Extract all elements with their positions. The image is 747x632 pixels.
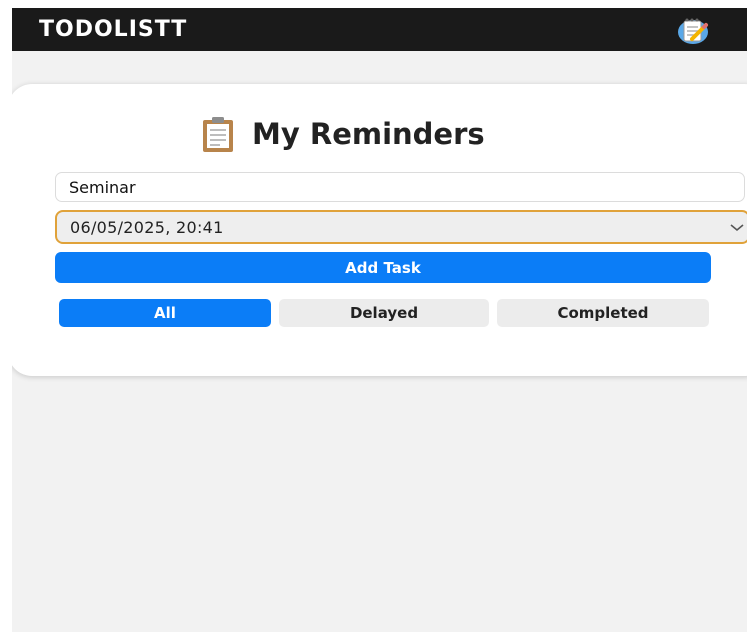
filter-all-button[interactable]: All <box>59 299 271 327</box>
filter-delayed-button[interactable]: Delayed <box>279 299 489 327</box>
notepad-pencil-icon[interactable] <box>677 13 709 45</box>
chevron-down-icon[interactable] <box>729 220 745 234</box>
filter-tabs: All Delayed Completed <box>59 299 709 327</box>
app-bar: TODOLISTT <box>12 8 747 51</box>
clipboard-icon <box>203 117 233 152</box>
app-title: TODOLISTT <box>39 17 188 42</box>
task-input[interactable] <box>55 172 745 202</box>
page-heading: My Reminders <box>198 114 485 154</box>
datetime-value: 06/05/2025, 20:41 <box>70 218 224 237</box>
filter-completed-button[interactable]: Completed <box>497 299 709 327</box>
add-task-button[interactable]: Add Task <box>55 252 711 283</box>
datetime-picker[interactable]: 06/05/2025, 20:41 <box>55 210 747 244</box>
app-screen: TODOLISTT My Reminders 06/05/20 <box>12 8 747 632</box>
page-title: My Reminders <box>252 117 485 151</box>
